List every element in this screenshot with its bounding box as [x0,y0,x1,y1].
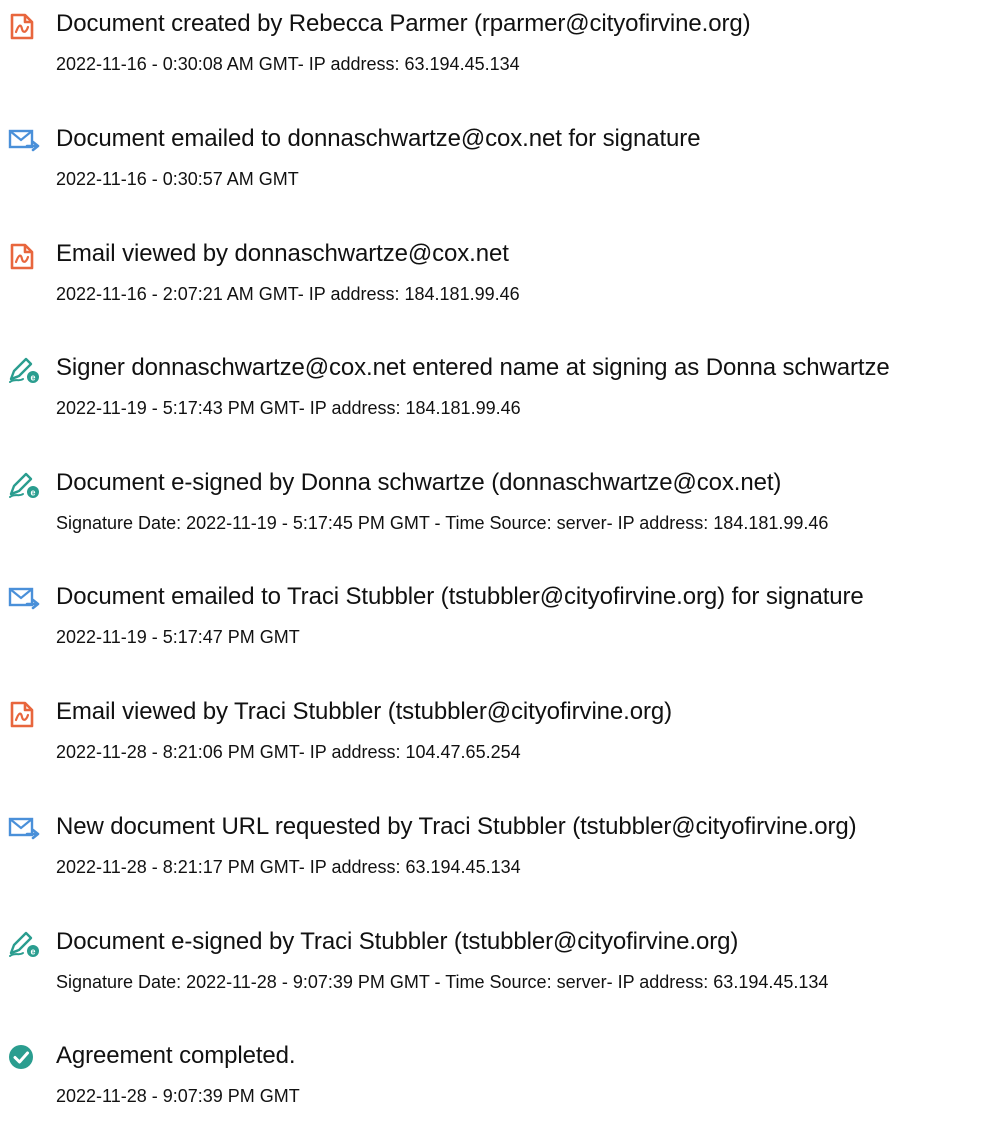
event-title: Document emailed to Traci Stubbler (tstu… [56,583,864,610]
check-icon [7,1043,41,1073]
event-title: Document e-signed by Donna schwartze (do… [56,469,782,496]
event-detail: 2022-11-28 - 9:07:39 PM GMT [56,1086,300,1106]
event-detail: Signature Date: 2022-11-28 - 9:07:39 PM … [56,972,829,992]
email-icon [7,584,41,614]
event-title: Email viewed by Traci Stubbler (tstubble… [56,698,673,725]
event-detail: 2022-11-28 - 8:21:06 PM GMT- IP address:… [56,742,521,762]
email-icon [7,126,41,156]
document-icon [7,11,41,41]
event-detail: 2022-11-28 - 8:21:17 PM GMT- IP address:… [56,857,521,877]
event-title: Document created by Rebecca Parmer (rpar… [56,10,751,37]
event-detail: 2022-11-16 - 0:30:57 AM GMT [56,169,299,189]
audit-event: Document emailed to Traci Stubbler (tstu… [0,582,990,672]
audit-event: Document created by Rebecca Parmer (rpar… [0,9,990,99]
document-icon [7,699,41,729]
event-detail: 2022-11-19 - 5:17:43 PM GMT- IP address:… [56,398,521,418]
event-detail: 2022-11-16 - 0:30:08 AM GMT- IP address:… [56,54,520,74]
event-detail: Signature Date: 2022-11-19 - 5:17:45 PM … [56,513,829,533]
event-title: Email viewed by donnaschwartze@cox.net [56,240,509,267]
event-detail: 2022-11-19 - 5:17:47 PM GMT [56,627,300,647]
event-title: Agreement completed. [56,1042,296,1069]
audit-event: New document URL requested by Traci Stub… [0,812,990,902]
audit-event: e Signer donnaschwartze@cox.net entered … [0,353,990,443]
audit-event: Agreement completed. 2022-11-28 - 9:07:3… [0,1041,990,1131]
audit-event: e Document e-signed by Traci Stubbler (t… [0,927,990,1017]
esign-icon: e [7,470,41,500]
svg-text:e: e [30,488,35,498]
event-title: Document e-signed by Traci Stubbler (tst… [56,928,739,955]
audit-event: e Document e-signed by Donna schwartze (… [0,468,990,558]
audit-event: Email viewed by donnaschwartze@cox.net 2… [0,239,990,329]
svg-text:e: e [30,947,35,957]
event-title: Signer donnaschwartze@cox.net entered na… [56,354,890,381]
email-icon [7,814,41,844]
svg-text:e: e [30,373,35,383]
document-icon [7,241,41,271]
audit-event: Email viewed by Traci Stubbler (tstubble… [0,697,990,787]
event-title: Document emailed to donnaschwartze@cox.n… [56,125,701,152]
esign-icon: e [7,929,41,959]
esign-icon: e [7,355,41,385]
audit-event: Document emailed to donnaschwartze@cox.n… [0,124,990,214]
event-title: New document URL requested by Traci Stub… [56,813,857,840]
event-detail: 2022-11-16 - 2:07:21 AM GMT- IP address:… [56,284,520,304]
